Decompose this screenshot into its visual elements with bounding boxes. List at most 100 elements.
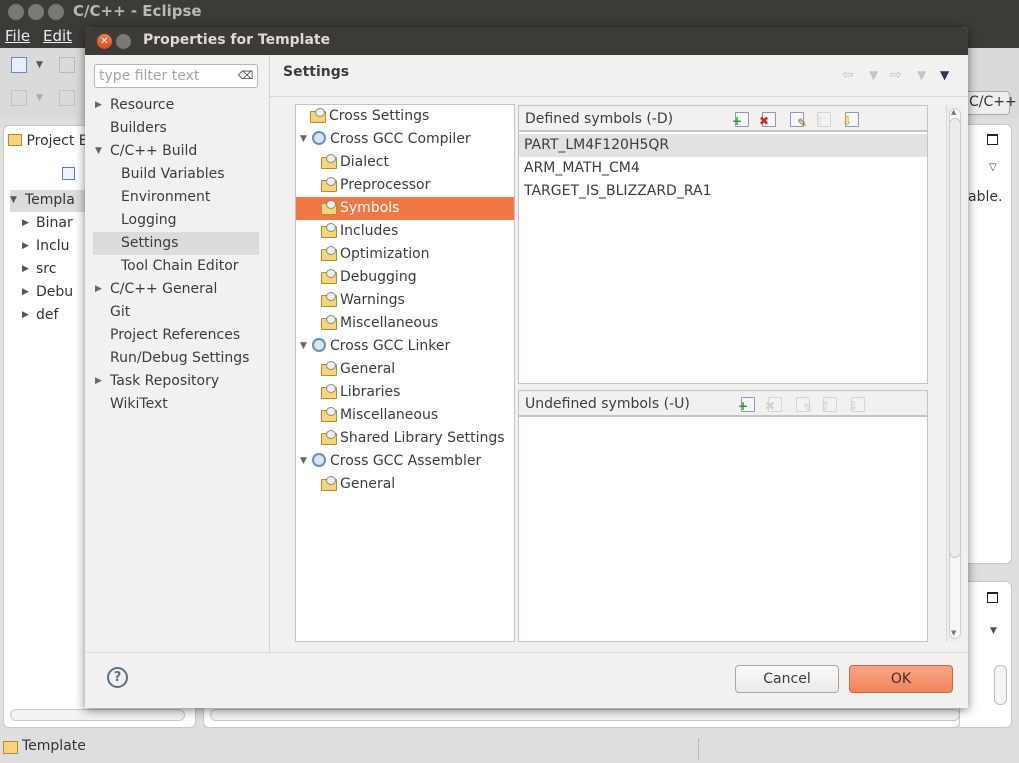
forward-icon[interactable]: ⇨ bbox=[890, 67, 902, 83]
symbol-row[interactable]: TARGET_IS_BLIZZARD_RA1 bbox=[519, 180, 927, 203]
nav-item-settings[interactable]: Settings bbox=[93, 232, 259, 255]
collapse-all-icon[interactable] bbox=[62, 167, 75, 180]
window-maximize-button[interactable] bbox=[48, 4, 64, 20]
collapse-icon[interactable]: ▼ bbox=[300, 450, 307, 473]
nav-item-resource[interactable]: ▶ Resource bbox=[93, 94, 259, 117]
add-undefined-symbol-button[interactable]: + bbox=[738, 397, 755, 412]
export-icon[interactable] bbox=[59, 90, 75, 106]
explorer-hscrollbar[interactable] bbox=[10, 709, 185, 721]
settings-vscrollbar[interactable]: ▲ ▼ bbox=[946, 105, 963, 642]
editor-hscrollbar[interactable] bbox=[210, 709, 960, 721]
edit-undefined-symbol-button[interactable]: ✎ bbox=[796, 397, 813, 414]
filter-input[interactable] bbox=[95, 65, 230, 87]
nav-sash[interactable] bbox=[269, 55, 270, 652]
nav-item-tool-chain-editor[interactable]: Tool Chain Editor bbox=[93, 255, 259, 278]
save-icon[interactable] bbox=[59, 57, 75, 73]
new-dropdown-icon[interactable]: ▼ bbox=[36, 60, 52, 76]
menu-edit[interactable]: Edit bbox=[43, 27, 72, 45]
collapse-icon[interactable]: ▼ bbox=[300, 335, 307, 358]
delete-undefined-symbol-button[interactable]: ✖ bbox=[765, 397, 782, 412]
scrollbar-thumb[interactable] bbox=[949, 118, 961, 558]
nav-item-cpp-build[interactable]: ▼ C/C++ Build bbox=[93, 140, 259, 163]
symbol-row-selected[interactable]: PART_LM4F120H5QR bbox=[519, 134, 927, 157]
tool-tree-item[interactable]: Libraries bbox=[296, 381, 514, 404]
tool-tree-item[interactable]: General bbox=[296, 358, 514, 381]
tool-tree-label: Optimization bbox=[340, 246, 430, 262]
tool-tree-item[interactable]: Warnings bbox=[296, 289, 514, 312]
add-symbol-button[interactable]: + bbox=[732, 112, 749, 127]
view-menu-icon[interactable]: ▽ bbox=[989, 162, 997, 173]
collapse-icon[interactable]: ▼ bbox=[300, 128, 307, 151]
back-dropdown-icon[interactable]: ▼ bbox=[869, 68, 878, 82]
tool-tree-item[interactable]: Optimization bbox=[296, 243, 514, 266]
defined-symbols-list: Defined symbols (-D) + ✖ ✎ ⇧ ⇩ PART_LM4F… bbox=[518, 105, 928, 384]
project-tree-item[interactable]: ▼ Templa bbox=[10, 192, 75, 215]
move-up-undefined-button[interactable]: ⇧ bbox=[820, 397, 837, 412]
project-tree-item[interactable]: ▶ def bbox=[10, 307, 75, 330]
expand-icon[interactable]: ▶ bbox=[95, 278, 102, 301]
tool-tree-label: Includes bbox=[340, 223, 399, 239]
tool-tree-item[interactable]: Includes bbox=[296, 220, 514, 243]
move-up-button[interactable]: ⇧ bbox=[814, 112, 831, 127]
page-menu-icon[interactable]: ▼ bbox=[940, 68, 949, 82]
maximize-view-icon[interactable] bbox=[987, 592, 998, 603]
tool-tree-item[interactable]: ▼ Cross GCC Compiler bbox=[296, 128, 514, 151]
maximize-view-icon[interactable] bbox=[987, 134, 998, 145]
ok-button[interactable]: OK bbox=[849, 665, 953, 693]
cancel-button[interactable]: Cancel bbox=[735, 665, 839, 693]
window-close-button[interactable] bbox=[8, 4, 24, 20]
nav-item-task-repository[interactable]: ▶ Task Repository bbox=[93, 370, 259, 393]
tool-tree-item-selected[interactable]: Symbols bbox=[296, 197, 514, 220]
nav-item-git[interactable]: Git bbox=[93, 301, 259, 324]
edit-symbol-button[interactable]: ✎ bbox=[790, 112, 807, 129]
window-minimize-button[interactable] bbox=[28, 4, 44, 20]
project-tree-item[interactable]: ▶ Debu bbox=[10, 284, 75, 307]
tool-tree-item[interactable]: Miscellaneous bbox=[296, 312, 514, 335]
forward-dropdown-icon[interactable]: ▼ bbox=[917, 68, 926, 82]
right-panel-scrollbar[interactable] bbox=[994, 665, 1007, 705]
move-down-undefined-button[interactable]: ⇩ bbox=[848, 397, 865, 412]
menu-file[interactable]: File bbox=[5, 27, 30, 45]
tool-tree-item[interactable]: ▼ Cross GCC Linker bbox=[296, 335, 514, 358]
nav-item-builders[interactable]: Builders bbox=[93, 117, 259, 140]
tool-tree-item[interactable]: Miscellaneous bbox=[296, 404, 514, 427]
project-explorer-tab[interactable]: Project E bbox=[8, 133, 88, 149]
nav-item-project-references[interactable]: Project References bbox=[93, 324, 259, 347]
nav-item-environment[interactable]: Environment bbox=[93, 186, 259, 209]
project-tree-item[interactable]: ▶ Inclu bbox=[10, 238, 75, 261]
expand-icon[interactable]: ▶ bbox=[95, 370, 102, 393]
back-icon[interactable]: ⇦ bbox=[842, 67, 854, 83]
view-menu-icon[interactable]: ▼ bbox=[990, 626, 997, 636]
delete-symbol-button[interactable]: ✖ bbox=[759, 112, 776, 127]
dialog-close-button[interactable]: ✕ bbox=[97, 34, 112, 49]
nav-item-wikitext[interactable]: WikiText bbox=[93, 393, 259, 416]
nav-item-cpp-general[interactable]: ▶ C/C++ General bbox=[93, 278, 259, 301]
tool-tree-item[interactable]: General bbox=[296, 473, 514, 496]
project-tree-item[interactable]: ▶ src bbox=[10, 261, 75, 284]
collapse-icon[interactable]: ▼ bbox=[95, 140, 102, 163]
help-icon[interactable]: ? bbox=[107, 667, 128, 688]
tool-tree-item[interactable]: Preprocessor bbox=[296, 174, 514, 197]
tool-tree-item[interactable]: Dialect bbox=[296, 151, 514, 174]
status-bar: Template bbox=[0, 735, 1019, 763]
import-icon[interactable] bbox=[11, 90, 27, 106]
expand-icon[interactable]: ▶ bbox=[95, 94, 102, 117]
folder-settings-icon bbox=[321, 361, 337, 376]
tool-tree-item[interactable]: ▼ Cross GCC Assembler bbox=[296, 450, 514, 473]
symbol-row[interactable]: ARM_MATH_CM4 bbox=[519, 157, 927, 180]
tool-tree-item[interactable]: Cross Settings bbox=[296, 105, 514, 128]
move-down-button[interactable]: ⇩ bbox=[842, 112, 859, 127]
nav-item-run-debug-settings[interactable]: Run/Debug Settings bbox=[93, 347, 259, 370]
nav-item-build-variables[interactable]: Build Variables bbox=[93, 163, 259, 186]
nav-item-logging[interactable]: Logging bbox=[93, 209, 259, 232]
filter-field[interactable]: ⌫ bbox=[94, 64, 258, 88]
tool-tree-item[interactable]: Debugging bbox=[296, 266, 514, 289]
project-tree-item[interactable]: ▶ Binar bbox=[10, 215, 75, 238]
tool-tree-item[interactable]: Shared Library Settings bbox=[296, 427, 514, 450]
scroll-down-icon[interactable]: ▼ bbox=[951, 629, 956, 637]
clear-filter-icon[interactable]: ⌫ bbox=[237, 69, 254, 82]
new-icon[interactable] bbox=[11, 57, 27, 73]
import-dropdown-icon[interactable]: ▼ bbox=[36, 93, 52, 109]
scroll-up-icon[interactable]: ▲ bbox=[951, 108, 956, 116]
dialog-maximize-button[interactable] bbox=[116, 34, 131, 49]
